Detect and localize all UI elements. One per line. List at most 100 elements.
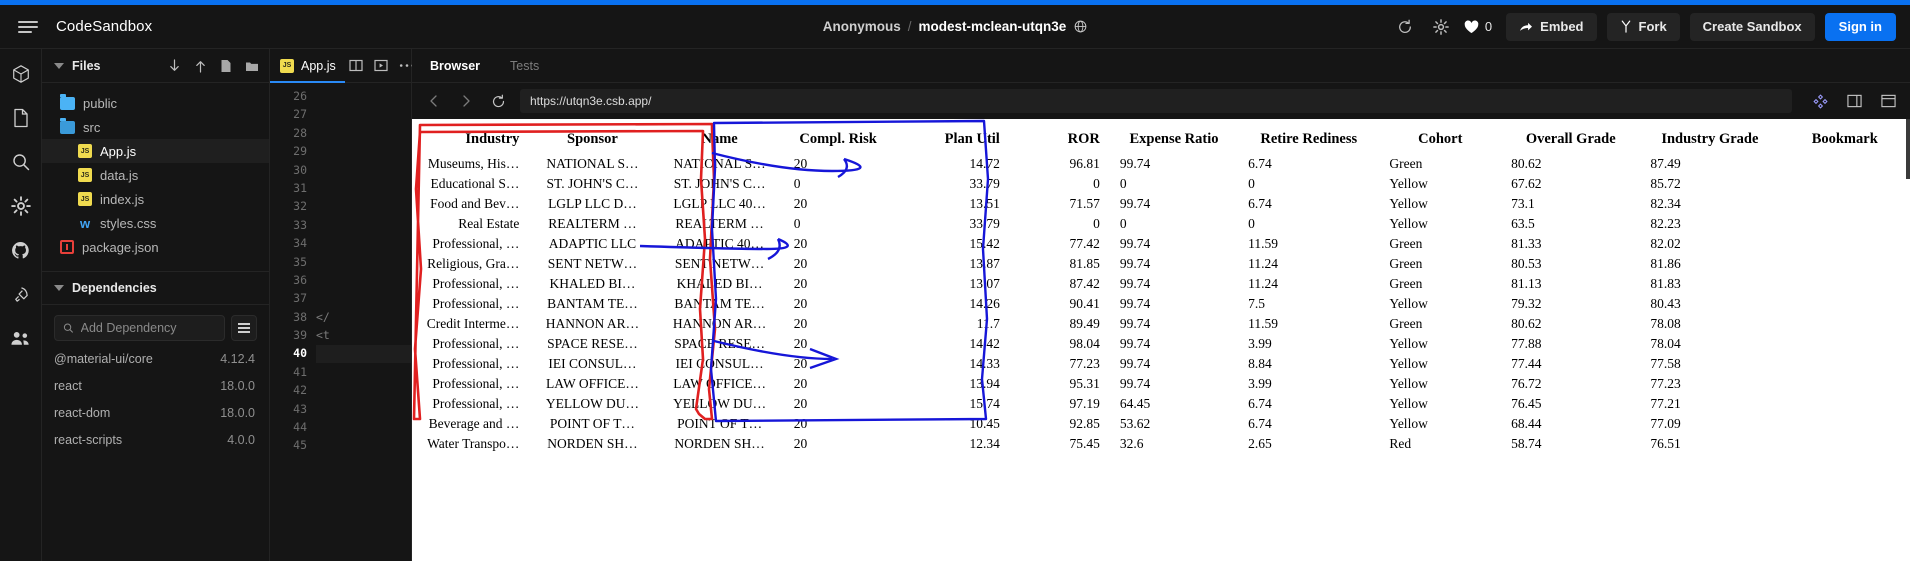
table-row[interactable]: Credit Interme… HANNON AR… HANNON AR… 20 11.… <box>412 314 1910 334</box>
table-row[interactable]: Professional, … IEI CONSUL… IEI CONSUL… 20 1… <box>412 354 1910 374</box>
column-header-retire-rediness[interactable]: Retire Rediness <box>1238 127 1379 154</box>
refresh-icon[interactable] <box>1392 14 1418 40</box>
table-row[interactable]: Beverage and … POINT OF T… POINT OF T… 20 10… <box>412 414 1910 434</box>
new-folder-icon[interactable] <box>245 60 259 72</box>
download-icon[interactable] <box>168 58 181 73</box>
column-header-bookmark[interactable]: Bookmark <box>1779 127 1910 154</box>
tree-item-src[interactable]: src <box>42 115 269 139</box>
preview-tab-tests[interactable]: Tests <box>510 59 539 73</box>
tree-item-app-js[interactable]: JS App.js <box>42 139 269 163</box>
preview-tab-browser[interactable]: Browser <box>430 59 480 73</box>
new-file-icon[interactable] <box>220 59 232 73</box>
github-icon[interactable] <box>10 239 32 261</box>
add-dependency-field[interactable] <box>54 315 225 341</box>
line-number: 26 <box>293 89 307 103</box>
tree-item-package-json[interactable]: package.json <box>42 235 269 259</box>
table-cell: 81.33 <box>1511 236 1542 251</box>
files-cube-icon[interactable] <box>10 63 32 85</box>
globe-icon[interactable] <box>1074 20 1087 33</box>
dependency-row[interactable]: react-scripts 4.0.0 <box>42 426 269 453</box>
add-dependency-input[interactable] <box>80 321 216 335</box>
code-area[interactable]: 26 27 28 29 30 31 32 33 34 35 36 37 38 39 40 41 42 43 44 45… <box>270 83 411 561</box>
table-row[interactable]: Professional, … YELLOW DU… YELLOW DU… 20 15.… <box>412 394 1910 414</box>
table-cell: Credit Interme… <box>426 316 520 331</box>
sandbox-owner[interactable]: Anonymous <box>823 19 901 34</box>
fork-button[interactable]: Fork <box>1606 12 1680 41</box>
embed-button[interactable]: Embed <box>1506 12 1597 41</box>
table-cell: 0 <box>1119 176 1127 191</box>
live-collaborators-icon[interactable] <box>10 327 32 349</box>
menu-icon[interactable] <box>16 18 42 36</box>
table-row[interactable]: Real Estate REALTERM … REALTERM … 0 33.79 0 0 0… <box>412 214 1910 234</box>
settings-gear-icon[interactable] <box>1428 14 1454 40</box>
tree-item-styles-css[interactable]: w styles.css <box>42 211 269 235</box>
rocket-deploy-icon[interactable] <box>10 283 32 305</box>
table-cell: 81.83 <box>1650 276 1681 291</box>
console-panel-icon[interactable] <box>1878 91 1898 111</box>
url-input[interactable]: https://utqn3e.csb.app/ <box>520 89 1792 113</box>
table-cell: KHALED BI… <box>676 276 763 291</box>
dependency-row[interactable]: react 18.0.0 <box>42 372 269 399</box>
table-row[interactable]: Food and Bev… LGLP LLC D… LGLP LLC 40… 20 13… <box>412 194 1910 214</box>
sign-in-button[interactable]: Sign in <box>1824 12 1896 41</box>
file-page-icon[interactable] <box>10 107 32 129</box>
dependencies-panel-header: Dependencies <box>42 271 269 305</box>
table-row[interactable]: Professional, … ADAPTIC LLC ADAPTIC 40… 20 1… <box>412 234 1910 254</box>
sandbox-name[interactable]: modest-mclean-utqn3e <box>919 19 1067 34</box>
dependency-row[interactable]: react-dom 18.0.0 <box>42 399 269 426</box>
column-header-industry-grade[interactable]: Industry Grade <box>1640 127 1779 154</box>
upload-icon[interactable] <box>194 59 207 73</box>
search-icon[interactable] <box>10 151 32 173</box>
table-row[interactable]: Museums, His… NATIONAL S… NATIONAL S… 20 14.… <box>412 154 1910 174</box>
table-row[interactable]: Religious, Gra… SENT NETW… SENT NETW… 20 13.… <box>412 254 1910 274</box>
files-collapse-caret[interactable] <box>54 62 64 69</box>
dependency-row[interactable]: @material-ui/core 4.12.4 <box>42 345 269 372</box>
column-header-overall-grade[interactable]: Overall Grade <box>1501 127 1640 154</box>
table-cell: HANNON AR… <box>672 316 767 331</box>
forward-icon[interactable] <box>456 91 476 111</box>
column-header-industry[interactable]: Industry <box>412 127 529 154</box>
page-scrollbar[interactable] <box>1906 119 1910 179</box>
line-number: 32 <box>293 199 307 214</box>
tab-app-js[interactable]: JS App.js <box>270 49 345 83</box>
back-icon[interactable] <box>424 91 444 111</box>
table-cell <box>1779 194 1910 214</box>
column-header-plan-util[interactable]: Plan Util <box>892 127 1009 154</box>
table-row[interactable]: Professional, … SPACE RESE… SPACE RESE… 20 1… <box>412 334 1910 354</box>
line-number-gutter: 26 27 28 29 30 31 32 33 34 35 36 37 38 39 40 41 42 43 44 45 <box>270 83 316 455</box>
table-cell <box>1779 374 1910 394</box>
table-cell <box>1779 154 1910 174</box>
table-row[interactable]: Professional, … KHALED BI… KHALED BI… 20 13.… <box>412 274 1910 294</box>
table-cell: 77.42 <box>1069 236 1100 251</box>
table-row[interactable]: Professional, … LAW OFFICE… LAW OFFICE… 20 1… <box>412 374 1910 394</box>
table-row[interactable]: Water Transpo… NORDEN SH… NORDEN SH… 20 12.3… <box>412 434 1910 454</box>
split-view-icon[interactable] <box>349 59 363 72</box>
column-header-name[interactable]: Name <box>655 127 783 154</box>
table-row[interactable]: Educational S… ST. JOHN'S C… ST. JOHN'S C…… <box>412 174 1910 194</box>
tree-item-public[interactable]: public <box>42 91 269 115</box>
column-header-compl-risk[interactable]: Compl. Risk <box>784 127 893 154</box>
tree-item-data-js[interactable]: JS data.js <box>42 163 269 187</box>
like-button[interactable]: 0 <box>1464 19 1492 34</box>
css-file-icon: w <box>79 215 91 231</box>
tree-item-index-js[interactable]: JS index.js <box>42 187 269 211</box>
table-row[interactable]: Professional, … BANTAM TE… BANTAM TE… 20 14.… <box>412 294 1910 314</box>
table-cell: 76.51 <box>1650 436 1681 451</box>
column-header-sponsor[interactable]: Sponsor <box>529 127 655 154</box>
create-sandbox-button[interactable]: Create Sandbox <box>1689 12 1815 41</box>
table-cell: 67.62 <box>1511 176 1542 191</box>
dependencies-collapse-caret[interactable] <box>54 285 64 291</box>
table-cell <box>1779 314 1910 334</box>
open-in-new-window-icon[interactable] <box>1844 91 1864 111</box>
dependency-menu-icon[interactable] <box>231 315 257 341</box>
column-header-cohort[interactable]: Cohort <box>1379 127 1501 154</box>
column-header-expense-ratio[interactable]: Expense Ratio <box>1110 127 1238 154</box>
run-preview-icon[interactable] <box>374 59 388 72</box>
brand-logo-text[interactable]: CodeSandbox <box>56 18 152 35</box>
column-header-ror[interactable]: ROR <box>1010 127 1110 154</box>
responsive-preview-icon[interactable] <box>1810 91 1830 111</box>
reload-icon[interactable] <box>488 91 508 111</box>
table-cell: 77.09 <box>1650 416 1681 431</box>
settings-icon[interactable] <box>10 195 32 217</box>
